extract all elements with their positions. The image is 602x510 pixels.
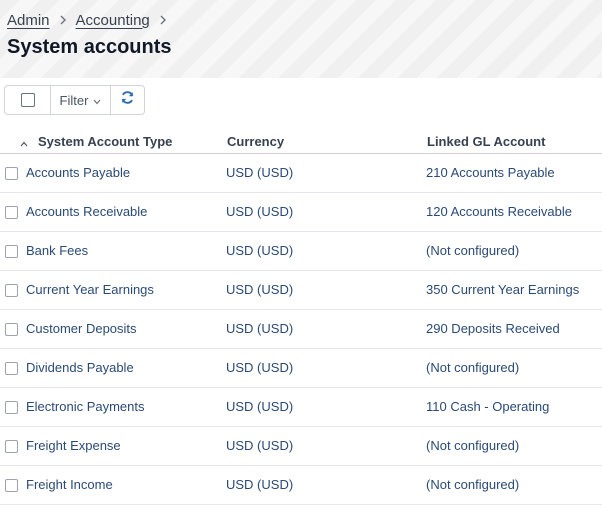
row-checkbox[interactable] xyxy=(5,206,18,219)
table-row[interactable]: Freight Expense USD (USD) (Not configure… xyxy=(0,427,602,466)
currency-cell: USD (USD) xyxy=(226,282,294,297)
currency-cell: USD (USD) xyxy=(226,477,294,492)
linked-gl-account-cell: 350 Current Year Earnings xyxy=(426,282,580,297)
linked-gl-account-cell: 110 Cash - Operating xyxy=(426,399,550,414)
select-all-checkbox[interactable] xyxy=(20,93,35,107)
table-row[interactable]: Current Year Earnings USD (USD) 350 Curr… xyxy=(0,271,602,310)
system-account-type-cell[interactable]: Dividends Payable xyxy=(26,360,134,375)
table-row[interactable]: Accounts Receivable USD (USD) 120 Accoun… xyxy=(0,193,602,232)
currency-cell: USD (USD) xyxy=(226,321,294,336)
table-row[interactable]: Accounts Payable USD (USD) 210 Accounts … xyxy=(0,154,602,193)
refresh-button[interactable] xyxy=(111,86,144,114)
select-all-cell xyxy=(5,86,51,114)
chevron-down-icon xyxy=(93,93,101,108)
system-account-type-cell[interactable]: Freight Expense xyxy=(26,438,121,453)
breadcrumb-accounting[interactable]: Accounting xyxy=(76,12,150,29)
system-account-type-cell[interactable]: Freight Income xyxy=(26,477,113,492)
table-row[interactable]: Dividends Payable USD (USD) (Not configu… xyxy=(0,349,602,388)
table-row[interactable]: Freight Income USD (USD) (Not configured… xyxy=(0,466,602,505)
currency-cell: USD (USD) xyxy=(226,165,294,180)
row-checkbox[interactable] xyxy=(5,167,18,180)
row-checkbox[interactable] xyxy=(5,323,18,336)
linked-gl-account-cell: 290 Deposits Received xyxy=(426,321,560,336)
linked-gl-account-cell: (Not configured) xyxy=(426,243,520,258)
table-row[interactable]: Electronic Payments USD (USD) 110 Cash -… xyxy=(0,388,602,427)
table-header: System Account Type Currency Linked GL A… xyxy=(0,126,602,154)
page-title: System accounts xyxy=(7,36,172,58)
row-checkbox[interactable] xyxy=(5,479,18,492)
refresh-icon xyxy=(120,90,135,110)
breadcrumb: Admin Accounting xyxy=(7,10,176,30)
column-header-system-account-type[interactable]: System Account Type xyxy=(38,134,172,149)
currency-cell: USD (USD) xyxy=(226,438,294,453)
row-checkbox[interactable] xyxy=(5,245,18,258)
system-account-type-cell[interactable]: Bank Fees xyxy=(26,243,88,258)
system-account-type-cell[interactable]: Accounts Receivable xyxy=(26,204,147,219)
currency-cell: USD (USD) xyxy=(226,360,294,375)
column-header-linked-gl-account[interactable]: Linked GL Account xyxy=(427,134,545,149)
linked-gl-account-cell: 120 Accounts Receivable xyxy=(426,204,572,219)
column-header-currency[interactable]: Currency xyxy=(227,134,284,149)
row-checkbox[interactable] xyxy=(5,401,18,414)
page-header: Admin Accounting System accounts xyxy=(0,0,602,78)
chevron-right-icon xyxy=(150,15,176,25)
breadcrumb-admin[interactable]: Admin xyxy=(7,12,50,29)
system-account-type-cell[interactable]: Electronic Payments xyxy=(26,399,145,414)
system-account-type-cell[interactable]: Current Year Earnings xyxy=(26,282,154,297)
filter-button[interactable]: Filter xyxy=(51,86,111,114)
chevron-right-icon xyxy=(50,15,76,25)
table-row[interactable]: Bank Fees USD (USD) (Not configured) xyxy=(0,232,602,271)
table-row[interactable]: Customer Deposits USD (USD) 290 Deposits… xyxy=(0,310,602,349)
row-checkbox[interactable] xyxy=(5,362,18,375)
system-account-type-cell[interactable]: Accounts Payable xyxy=(26,165,130,180)
currency-cell: USD (USD) xyxy=(226,204,294,219)
system-account-type-cell[interactable]: Customer Deposits xyxy=(26,321,137,336)
linked-gl-account-cell: (Not configured) xyxy=(426,477,520,492)
linked-gl-account-cell: (Not configured) xyxy=(426,438,520,453)
linked-gl-account-cell: (Not configured) xyxy=(426,360,520,375)
row-checkbox[interactable] xyxy=(5,440,18,453)
linked-gl-account-cell: 210 Accounts Payable xyxy=(426,165,555,180)
row-checkbox[interactable] xyxy=(5,284,18,297)
chevron-up-icon[interactable] xyxy=(20,135,28,150)
grid-toolbar: Filter xyxy=(4,85,145,115)
currency-cell: USD (USD) xyxy=(226,399,294,414)
filter-label: Filter xyxy=(59,92,89,108)
currency-cell: USD (USD) xyxy=(226,243,294,258)
